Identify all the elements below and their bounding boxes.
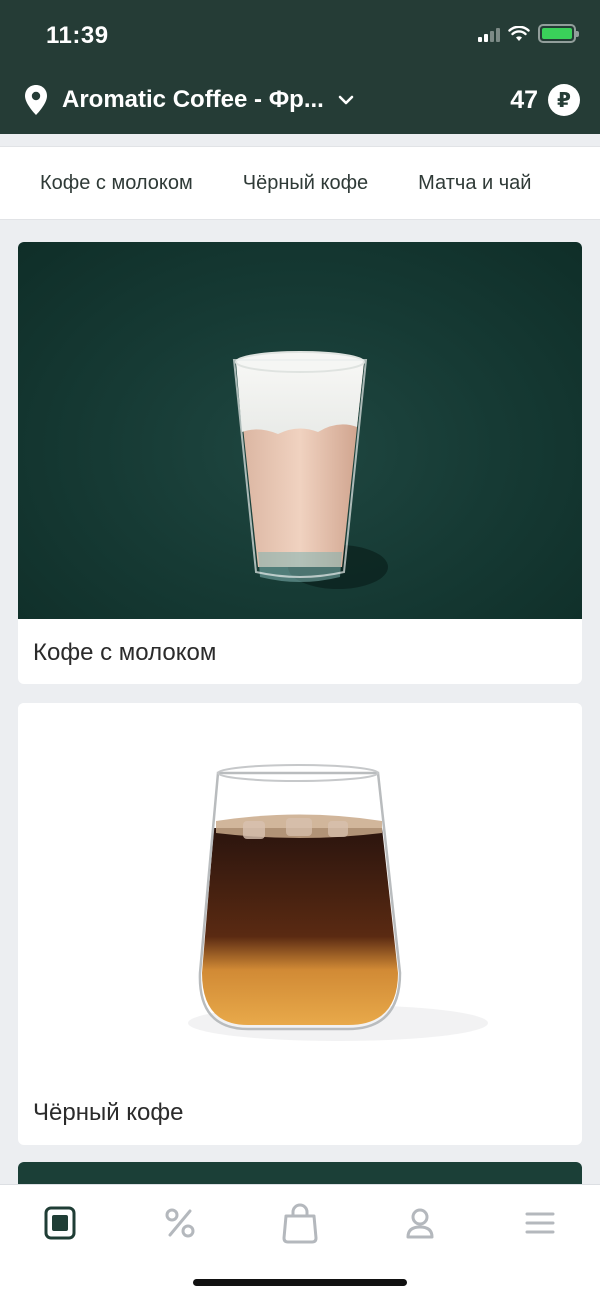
- balance-value: 47: [510, 85, 538, 114]
- home-indicator: [193, 1279, 407, 1286]
- iced-latte-image: [18, 242, 582, 619]
- menu-card-icon: [44, 1206, 76, 1240]
- bonus-balance[interactable]: 47 ₽: [510, 84, 580, 116]
- status-icons: [478, 24, 579, 43]
- category-tabs: Кофе с молоком Чёрный кофе Матча и чай: [0, 146, 600, 220]
- cellular-signal-icon: [478, 26, 500, 42]
- hamburger-icon: [525, 1212, 555, 1234]
- ruble-icon: ₽: [548, 84, 580, 116]
- nav-menu[interactable]: [40, 1203, 80, 1243]
- category-card-black-coffee[interactable]: Чёрный кофе: [18, 703, 582, 1145]
- nav-profile[interactable]: [400, 1203, 440, 1243]
- percent-icon: [165, 1208, 195, 1238]
- category-title: Кофе с молоком: [33, 639, 217, 666]
- iced-latte-illustration: [232, 351, 388, 589]
- tab-coffee-with-milk[interactable]: Кофе с молоком: [40, 172, 193, 195]
- app-header: 11:39 Aromatic Coffee - Фр... 47 ₽: [0, 0, 600, 134]
- location-selector[interactable]: Aromatic Coffee - Фр...: [24, 84, 354, 116]
- wifi-icon: [508, 25, 530, 41]
- tab-black-coffee[interactable]: Чёрный кофе: [243, 172, 368, 195]
- iced-coffee-illustration: [188, 764, 488, 1041]
- category-title: Чёрный кофе: [33, 1099, 184, 1126]
- chevron-down-icon: [338, 95, 354, 105]
- iced-black-coffee-image: [18, 703, 582, 1073]
- category-card-coffee-with-milk[interactable]: Кофе с молоком: [18, 242, 582, 684]
- battery-icon: [538, 24, 579, 43]
- nav-cart[interactable]: [280, 1203, 320, 1244]
- profile-icon: [406, 1208, 434, 1239]
- shopping-bag-icon: [282, 1203, 318, 1244]
- status-time: 11:39: [46, 22, 109, 49]
- nav-more[interactable]: [520, 1203, 560, 1243]
- location-name: Aromatic Coffee - Фр...: [62, 86, 324, 113]
- nav-offers[interactable]: [160, 1203, 200, 1243]
- location-pin-icon: [25, 85, 47, 115]
- tab-matcha-and-tea[interactable]: Матча и чай: [418, 172, 531, 195]
